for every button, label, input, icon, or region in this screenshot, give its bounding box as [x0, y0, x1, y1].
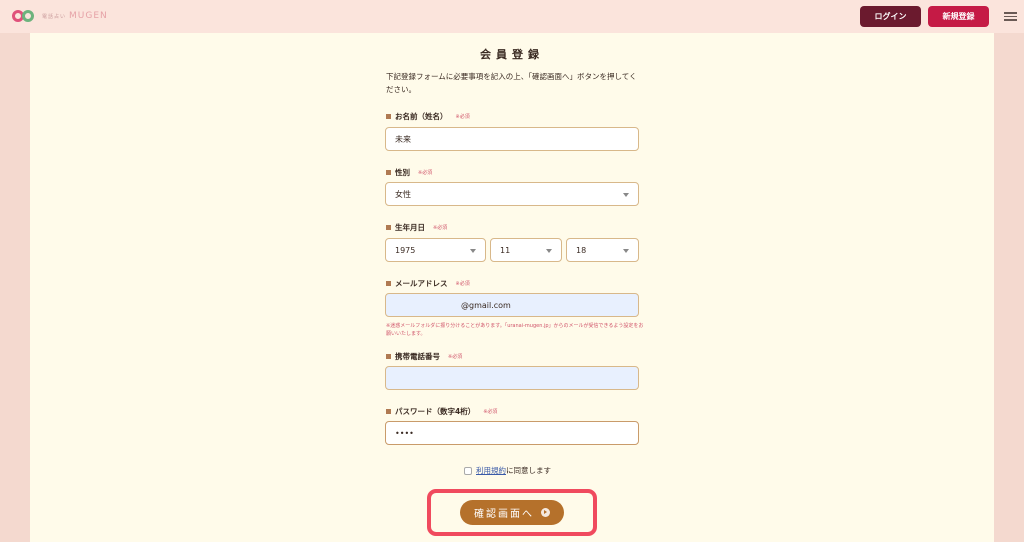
page-title: 会員登録: [480, 48, 544, 61]
required-badge: ※必須: [433, 225, 448, 231]
logo-subtitle: 電話占い: [42, 13, 67, 20]
birthdate-label: 生年月日 ※必須: [386, 222, 447, 233]
chevron-down-icon: [623, 193, 629, 197]
terms-agreement: 利用規約 に同意します: [464, 465, 551, 476]
form-intro: 下記登録フォームに必要事項を記入の上、「確認画面へ」ボタンを押してください。: [386, 72, 637, 94]
agree-text: に同意します: [506, 466, 551, 475]
phone-input[interactable]: [385, 366, 639, 390]
chevron-down-icon: [470, 249, 476, 253]
name-input[interactable]: 未来: [385, 127, 639, 151]
phone-label: 携帯電話番号 ※必須: [386, 351, 462, 362]
site-header: 電話占い MUGEN ログイン 新規登録: [0, 0, 1024, 33]
chevron-down-icon: [623, 249, 629, 253]
bullet-square-icon: [386, 225, 391, 230]
birth-month-select[interactable]: 11: [490, 238, 562, 262]
required-badge: ※必須: [483, 409, 498, 415]
gender-select[interactable]: 女性: [385, 182, 639, 206]
confirm-button[interactable]: 確認画面へ: [460, 500, 564, 525]
arrow-right-icon: [541, 508, 550, 517]
bullet-square-icon: [386, 281, 391, 286]
name-label: お名前（姓名） ※必須: [386, 111, 470, 122]
gender-label: 性別 ※必須: [386, 167, 432, 178]
hamburger-menu-icon[interactable]: [1004, 12, 1017, 21]
bullet-square-icon: [386, 114, 391, 119]
password-input[interactable]: ••••: [385, 421, 639, 445]
logo-text: MUGEN: [69, 11, 108, 21]
site-logo[interactable]: 電話占い MUGEN: [12, 9, 108, 23]
logo-infinity-icon: [12, 9, 36, 23]
chevron-down-icon: [546, 249, 552, 253]
bullet-square-icon: [386, 354, 391, 359]
login-button[interactable]: ログイン: [860, 6, 921, 27]
terms-link[interactable]: 利用規約: [476, 465, 506, 476]
email-note: ※迷惑メールフォルダに振り分けることがあります。「uranai-mugen.jp…: [386, 323, 644, 337]
birth-year-select[interactable]: 1975: [385, 238, 486, 262]
bullet-square-icon: [386, 409, 391, 414]
email-label: メールアドレス ※必須: [386, 278, 470, 289]
required-badge: ※必須: [455, 281, 470, 287]
email-input[interactable]: @gmail.com: [385, 293, 639, 317]
register-button[interactable]: 新規登録: [928, 6, 989, 27]
password-label: パスワード（数字4桁） ※必須: [386, 406, 497, 417]
required-badge: ※必須: [448, 354, 463, 360]
required-badge: ※必須: [418, 170, 433, 176]
agree-checkbox[interactable]: [464, 466, 472, 475]
birth-day-select[interactable]: 18: [566, 238, 639, 262]
required-badge: ※必須: [455, 114, 470, 120]
bullet-square-icon: [386, 170, 391, 175]
